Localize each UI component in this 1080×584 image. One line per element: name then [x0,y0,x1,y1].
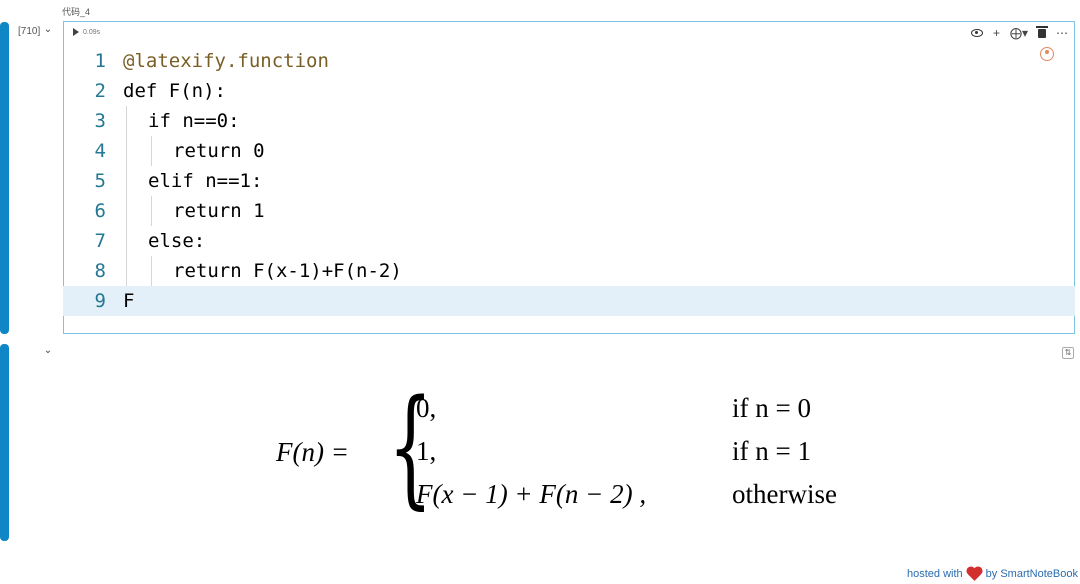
code-editor[interactable]: 1 @latexify.function 2 def F(n): 3 if n=… [63,46,1075,316]
case-value: 1, [416,436,437,466]
heart-icon [967,567,981,581]
code-text: return 0 [173,140,265,162]
code-line: 4 return 0 [63,136,1075,166]
code-line: 3 if n==0: [63,106,1075,136]
code-text: @latexify.function [123,50,329,72]
line-number: 2 [94,80,106,102]
line-number: 7 [94,230,106,252]
output-selection-bar[interactable] [0,344,9,541]
footer-suffix: by SmartNoteBook [985,568,1078,580]
indent-guide [126,256,127,286]
code-line: 2 def F(n): [63,76,1075,106]
indent-guide [126,106,127,136]
code-text: return 1 [173,200,265,222]
code-text: def F(n): [123,80,226,102]
copy-icon[interactable]: ⨁▾ [1010,26,1028,40]
output-options-icon[interactable]: ⇅ [1062,347,1074,359]
more-icon[interactable]: ⋯ [1056,26,1068,40]
case-condition: otherwise [732,479,837,509]
indent-guide [126,196,127,226]
case-condition: if n = 0 [732,393,811,423]
code-text: elif n==1: [148,170,263,192]
cell-toolbar: + ⨁▾ ⋯ [970,25,1068,40]
code-line: 1 @latexify.function [63,46,1075,76]
cell-label: 代码_4 [62,7,91,17]
indent-guide [151,136,152,166]
indent-guide [126,166,127,196]
indent-guide [151,256,152,286]
chevron-down-icon[interactable]: ⌄ [42,24,54,36]
case-condition: if n = 1 [732,436,811,466]
execution-count: [710] [18,26,41,37]
indent-guide [126,136,127,166]
line-number: 1 [94,50,106,72]
line-number: 8 [94,260,106,282]
play-icon[interactable] [73,28,79,36]
code-text: else: [148,230,206,252]
line-number: 4 [94,140,106,162]
code-line-active: 9 F [63,286,1075,316]
code-text: F [123,290,135,312]
latex-output: F(n) = { 0, if n = 0 1, if n = 1 F(x − 1… [276,384,876,520]
code-line: 6 return 1 [63,196,1075,226]
code-line: 5 elif n==1: [63,166,1075,196]
line-number: 3 [94,110,106,132]
equation-lhs: F(n) = [276,437,349,467]
case-value: 0, [416,393,437,423]
footer-credit[interactable]: hosted with by SmartNoteBook [907,567,1078,581]
run-area: 0.09s [73,28,100,36]
line-number: 5 [94,170,106,192]
plus-icon[interactable]: + [993,26,1000,40]
code-line: 8 return F(x-1)+F(n-2) [63,256,1075,286]
indent-guide [126,226,127,256]
trash-icon[interactable] [1036,25,1048,38]
line-number: 9 [94,290,106,312]
run-time: 0.09s [83,28,101,36]
code-text: if n==0: [148,110,240,132]
code-line: 7 else: [63,226,1075,256]
code-text: return F(x-1)+F(n-2) [173,260,402,282]
indent-guide [151,196,152,226]
cell-selection-bar[interactable] [0,22,9,334]
case-value: F(x − 1) + F(n − 2) , [416,479,647,509]
eye-icon[interactable] [970,29,983,37]
chevron-down-icon[interactable]: ⌄ [42,345,54,357]
footer-prefix: hosted with [907,568,963,580]
line-number: 6 [94,200,106,222]
